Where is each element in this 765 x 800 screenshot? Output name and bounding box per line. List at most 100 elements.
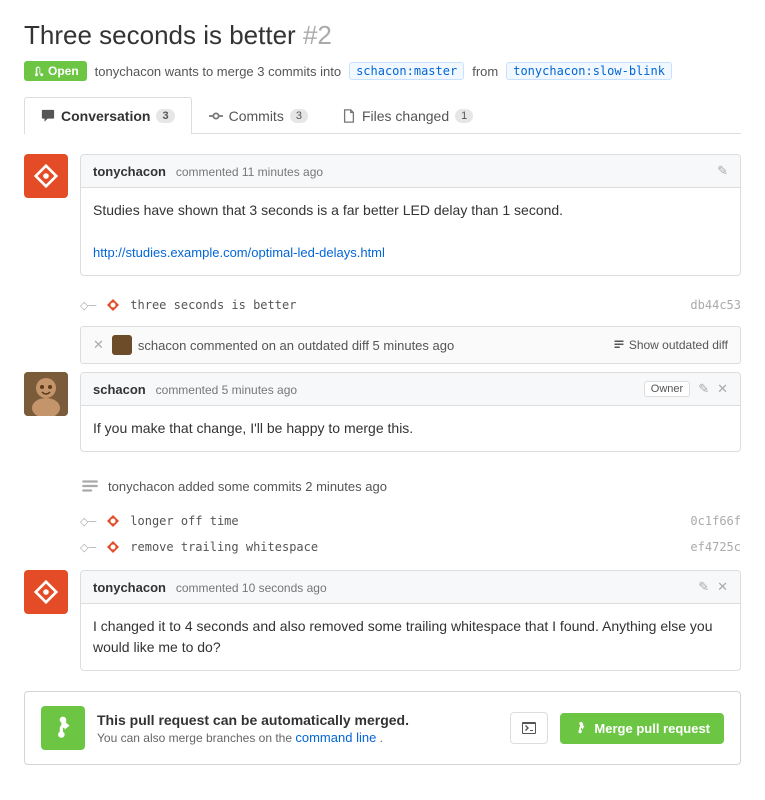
commits-added-icon — [80, 476, 100, 496]
commit-hash-1: db44c53 — [690, 298, 741, 312]
owner-badge: Owner — [644, 381, 690, 397]
git-pull-request-icon — [32, 65, 44, 77]
commit-diamond-1 — [106, 298, 120, 312]
tab-files-count: 1 — [455, 109, 473, 123]
comment-author-1: tonychacon — [93, 164, 166, 179]
comment-header-3: tonychacon commented 10 seconds ago ✎ ✕ — [81, 571, 740, 604]
chat-icon — [41, 109, 55, 123]
merge-footer: This pull request can be automatically m… — [24, 691, 741, 765]
commit-arrow-2: ◇─ — [80, 515, 96, 528]
comment-header-2: schacon commented 5 minutes ago Owner ✎ … — [81, 373, 740, 406]
outdated-icon — [613, 339, 625, 351]
terminal-icon — [521, 720, 537, 736]
close-icon-2[interactable]: ✕ — [717, 381, 728, 397]
merge-local-button[interactable] — [510, 712, 548, 744]
tab-commits[interactable]: Commits 3 — [192, 97, 325, 134]
merge-subtitle-end: . — [380, 731, 383, 745]
outdated-row: ✕ schacon commented on an outdated diff … — [80, 326, 741, 364]
comment-author-2: schacon — [93, 382, 146, 397]
merge-subtitle-text: You can also merge branches on the — [97, 731, 292, 745]
merge-text: This pull request can be automatically m… — [97, 712, 498, 745]
avatar-schacon — [24, 372, 68, 416]
pr-meta: Open tonychacon wants to merge 3 commits… — [24, 61, 741, 81]
comment-text-2: If you make that change, I'll be happy t… — [93, 418, 728, 439]
commit-hash-2: 0c1f66f — [690, 514, 741, 528]
commit-msg-1: three seconds is better — [130, 298, 296, 312]
merge-title: This pull request can be automatically m… — [97, 712, 409, 728]
comment-2: schacon commented 5 minutes ago Owner ✎ … — [24, 372, 741, 452]
comment-body-1: Studies have shown that 3 seconds is a f… — [81, 188, 740, 275]
comment-header-1: tonychacon commented 11 minutes ago ✎ — [81, 155, 740, 188]
tab-files-label: Files changed — [362, 108, 449, 124]
comment-3: tonychacon commented 10 seconds ago ✎ ✕ … — [24, 570, 741, 671]
commit-line-2: ◇─ longer off time 0c1f66f — [24, 508, 741, 534]
comment-link-1[interactable]: http://studies.example.com/optimal-led-d… — [93, 245, 385, 260]
comment-time-2: commented 5 minutes ago — [156, 383, 297, 397]
comment-meta-2: schacon commented 5 minutes ago — [93, 381, 297, 397]
merge-icon — [50, 715, 76, 741]
comment-body-2: If you make that change, I'll be happy t… — [81, 406, 740, 451]
comment-meta-1: tonychacon commented 11 minutes ago — [93, 163, 323, 179]
schacon-avatar-img — [24, 372, 68, 416]
commit-line-1: ◇─ three seconds is better db44c53 — [24, 292, 741, 318]
commit-line-3: ◇─ remove trailing whitespace ef4725c — [24, 534, 741, 560]
pr-title: Three seconds is better #2 — [24, 20, 741, 51]
merge-subtitle: You can also merge branches on the comma… — [97, 730, 498, 745]
commits-added-row: tonychacon added some commits 2 minutes … — [24, 468, 741, 504]
show-outdated-label: Show outdated diff — [629, 338, 728, 352]
tab-commits-count: 3 — [290, 109, 308, 123]
comment-box-2: schacon commented 5 minutes ago Owner ✎ … — [80, 372, 741, 452]
outdated-avatar — [112, 335, 132, 355]
comment-actions-2: Owner ✎ ✕ — [644, 381, 728, 397]
comment-text-1: Studies have shown that 3 seconds is a f… — [93, 200, 728, 221]
commit-msg-3: remove trailing whitespace — [130, 540, 318, 554]
meta-text: tonychacon wants to merge 3 commits into — [95, 64, 341, 79]
head-branch[interactable]: tonychacon:slow-blink — [506, 62, 672, 80]
merge-icon-box — [41, 706, 85, 750]
comment-box-3: tonychacon commented 10 seconds ago ✎ ✕ … — [80, 570, 741, 671]
commit-hash-3: ef4725c — [690, 540, 741, 554]
avatar-tonychacon-1 — [24, 154, 68, 198]
comment-meta-3: tonychacon commented 10 seconds ago — [93, 579, 327, 595]
outdated-text: schacon commented on an outdated diff 5 … — [138, 338, 454, 353]
comment-body-3: I changed it to 4 seconds and also remov… — [81, 604, 740, 670]
edit-icon-1[interactable]: ✎ — [717, 163, 728, 179]
merge-pull-request-button[interactable]: Merge pull request — [560, 713, 724, 744]
close-icon-3[interactable]: ✕ — [717, 579, 728, 595]
file-icon — [342, 109, 356, 123]
commit-arrow-3: ◇─ — [80, 541, 96, 554]
show-outdated-btn[interactable]: Show outdated diff — [613, 338, 728, 352]
tab-conversation-label: Conversation — [61, 108, 150, 124]
commits-added-svg — [81, 477, 99, 495]
comment-time-1: commented 11 minutes ago — [176, 165, 323, 179]
comment-time-3: commented 10 seconds ago — [176, 581, 327, 595]
comment-box-1: tonychacon commented 11 minutes ago ✎ St… — [80, 154, 741, 276]
comment-actions-1: ✎ — [717, 163, 728, 179]
edit-icon-3[interactable]: ✎ — [698, 579, 709, 595]
commit-icon — [209, 109, 223, 123]
open-badge: Open — [24, 61, 87, 81]
tab-commits-label: Commits — [229, 108, 284, 124]
command-line-link[interactable]: command line — [295, 730, 376, 745]
timeline: tonychacon commented 11 minutes ago ✎ St… — [24, 154, 741, 671]
commit-arrow-1: ◇─ — [80, 299, 96, 312]
git-icon-1 — [32, 162, 60, 190]
merge-btn-label: Merge pull request — [594, 721, 710, 736]
commit-diamond-2 — [106, 514, 120, 528]
outdated-close-btn[interactable]: ✕ — [93, 337, 104, 353]
tab-conversation[interactable]: Conversation 3 — [24, 97, 192, 134]
merge-btn-icon — [574, 721, 588, 735]
tab-files[interactable]: Files changed 1 — [325, 97, 490, 134]
base-branch[interactable]: schacon:master — [349, 62, 464, 80]
pr-title-text: Three seconds is better — [24, 20, 296, 50]
commit-msg-2: longer off time — [130, 514, 238, 528]
comment-author-3: tonychacon — [93, 580, 166, 595]
comment-1: tonychacon commented 11 minutes ago ✎ St… — [24, 154, 741, 276]
commits-added-text: tonychacon added some commits 2 minutes … — [108, 479, 387, 494]
edit-icon-2[interactable]: ✎ — [698, 381, 709, 397]
tabs-bar: Conversation 3 Commits 3 Files changed 1 — [24, 97, 741, 134]
badge-label: Open — [48, 64, 79, 78]
tab-conversation-count: 3 — [156, 109, 174, 123]
comment-actions-3: ✎ ✕ — [698, 579, 728, 595]
git-icon-2 — [32, 578, 60, 606]
